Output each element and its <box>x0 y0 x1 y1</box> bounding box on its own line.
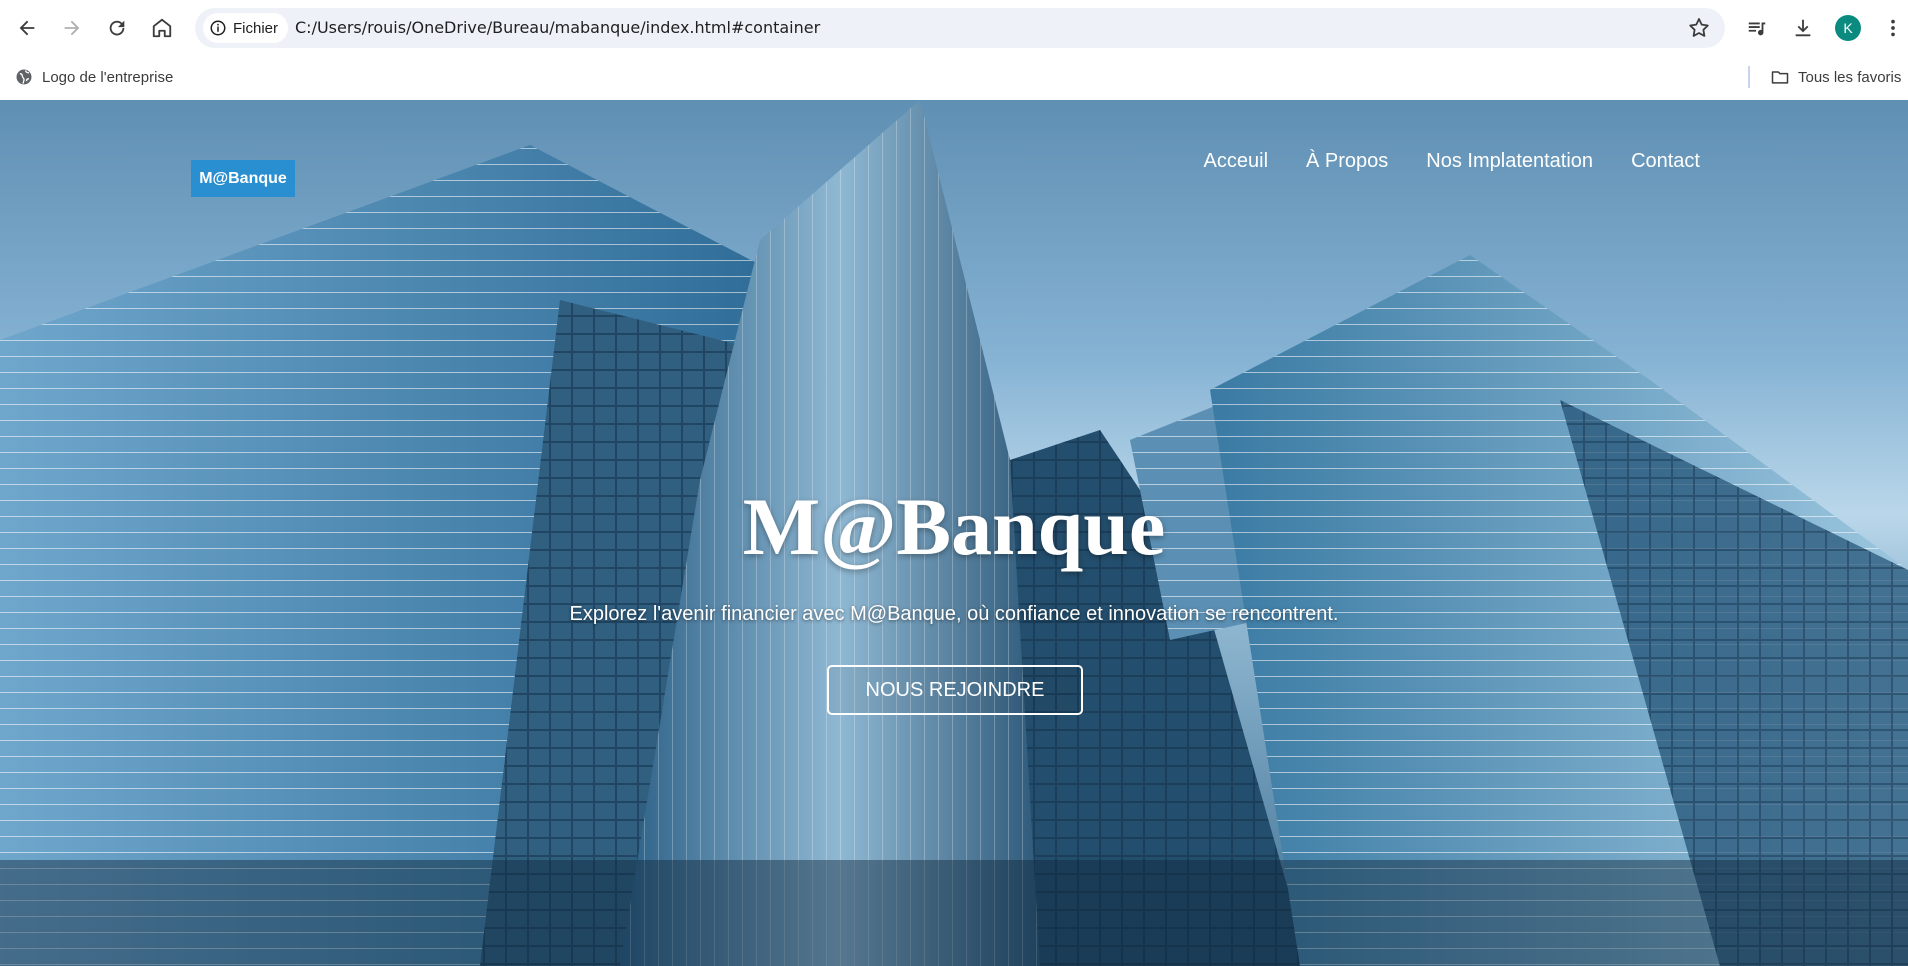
browser-menu-button[interactable] <box>1879 14 1907 42</box>
hero-subtitle: Explorez l'avenir financier avec M@Banqu… <box>569 603 1339 625</box>
bookmark-label: Logo de l'entreprise <box>42 68 174 86</box>
back-button[interactable] <box>9 10 45 46</box>
forward-button[interactable] <box>54 10 90 46</box>
home-button[interactable] <box>144 10 180 46</box>
download-icon <box>1795 19 1811 37</box>
browser-toolbar: Fichier C:/Users/rouis/OneDrive/Bureau/m… <box>0 0 1908 56</box>
menu-icon <box>1891 19 1895 37</box>
site-info-chip[interactable]: Fichier <box>203 13 289 43</box>
media-button[interactable] <box>1743 14 1771 42</box>
back-icon <box>19 20 35 36</box>
nav-link-contact[interactable]: Contact <box>1631 150 1700 173</box>
security-chip-label: Fichier <box>233 19 279 37</box>
bookmark-company-logo[interactable]: Logo de l'entreprise <box>14 67 173 87</box>
home-icon <box>152 18 172 38</box>
download-button[interactable] <box>1789 14 1817 42</box>
site-logo[interactable]: M@Banque <box>191 160 295 197</box>
star-icon[interactable] <box>1687 16 1711 40</box>
folder-icon <box>1771 71 1789 84</box>
media-icon <box>1748 22 1766 36</box>
info-icon <box>210 20 226 36</box>
all-bookmarks-label: Tous les favoris <box>1798 68 1902 86</box>
page-viewport: M@Banque Acceuil À Propos Nos Implatenta… <box>0 100 1908 966</box>
address-bar[interactable]: Fichier C:/Users/rouis/OneDrive/Bureau/m… <box>195 8 1725 48</box>
join-button[interactable]: NOUS REJOINDRE <box>827 665 1083 715</box>
bookmarks-bar: Logo de l'entreprise Tous les favoris <box>0 56 1908 101</box>
nav-link-implantations[interactable]: Nos Implatentation <box>1426 150 1593 173</box>
globe-icon <box>16 69 32 85</box>
url-text[interactable]: C:/Users/rouis/OneDrive/Bureau/mabanque/… <box>295 18 820 37</box>
reload-icon <box>109 20 125 36</box>
nav-link-a-propos[interactable]: À Propos <box>1306 150 1388 173</box>
profile-avatar[interactable]: K <box>1835 15 1861 41</box>
main-nav: Acceuil À Propos Nos Implatentation Cont… <box>1204 150 1700 173</box>
hero-title: M@Banque <box>742 481 1166 572</box>
bookmarks-separator <box>1748 66 1750 88</box>
reload-button[interactable] <box>99 10 135 46</box>
nav-link-acceuil[interactable]: Acceuil <box>1204 150 1268 173</box>
all-bookmarks-folder[interactable]: Tous les favoris <box>1770 67 1901 87</box>
forward-icon <box>64 20 80 36</box>
